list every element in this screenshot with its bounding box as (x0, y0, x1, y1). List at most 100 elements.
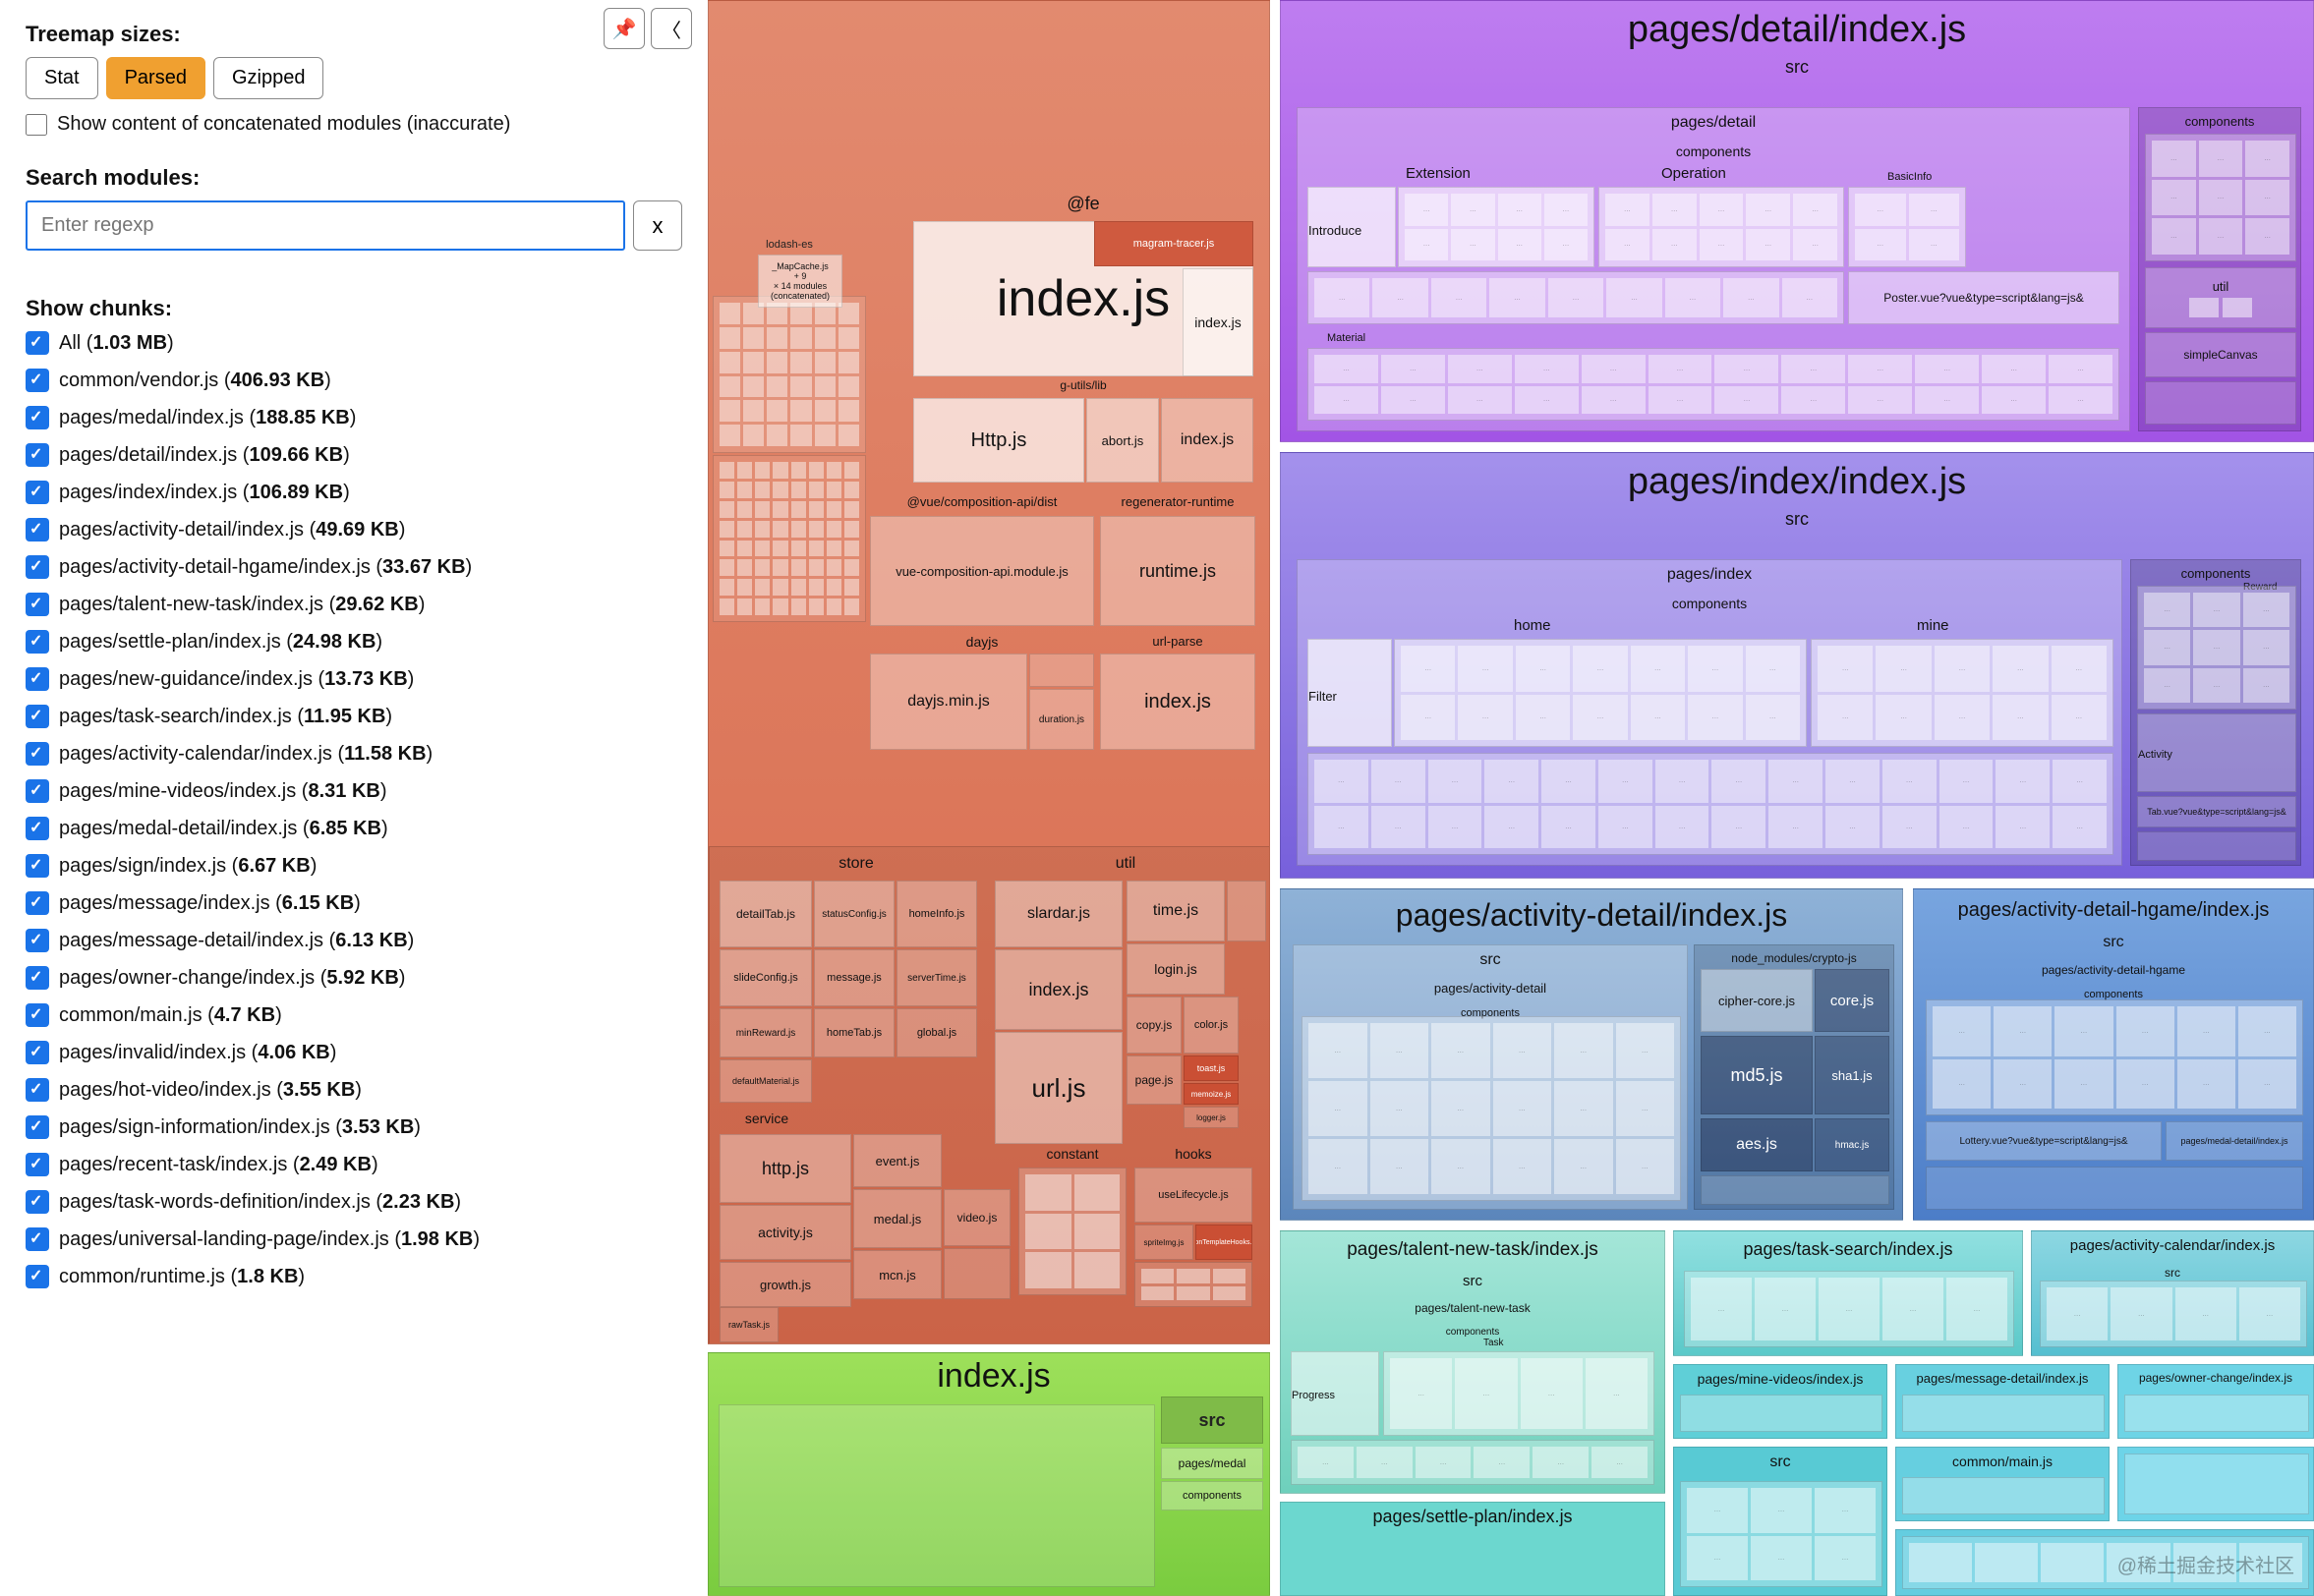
t-progress[interactable]: Progress (1291, 1351, 1379, 1436)
chunk-row[interactable]: pages/universal-landing-page/index.js (1… (26, 1227, 682, 1251)
v-rthooks[interactable]: nonTemplateHooks.js (1195, 1225, 1252, 1260)
md-body[interactable] (1902, 1395, 2105, 1432)
sp-body[interactable]: ……………… (1680, 1481, 1882, 1587)
chunk-checkbox[interactable] (26, 555, 49, 579)
chunk-row[interactable]: pages/recent-task/index.js (2.49 KB) (26, 1153, 682, 1176)
vendor-src[interactable]: store util detailTab.js statusConfig.js … (709, 846, 1270, 1344)
v-message[interactable]: message.js (814, 949, 895, 1006)
treemap-settleplan-src[interactable]: src ……………… (1673, 1447, 1887, 1596)
vendor-mapcache[interactable]: _MapCache.js + 9 × 14 modules (concatena… (758, 255, 842, 308)
v-page[interactable]: page.js (1127, 1055, 1182, 1105)
treemap-msgdetail[interactable]: pages/message-detail/index.js (1895, 1364, 2110, 1439)
chunk-checkbox[interactable] (26, 966, 49, 990)
mv-body[interactable] (1680, 1395, 1882, 1432)
medal-body[interactable] (719, 1404, 1155, 1587)
i-rside3[interactable] (2137, 831, 2296, 861)
treemap-index[interactable]: pages/index/index.js src pages/index com… (1280, 452, 2314, 879)
chunk-checkbox[interactable] (26, 406, 49, 429)
vendor-lodash-grid2[interactable] (713, 455, 866, 622)
d-row3[interactable]: ……………………………………………………………… (1307, 348, 2119, 421)
medal-comp[interactable]: components (1161, 1481, 1263, 1510)
v-rawtask[interactable]: rawTask.js (720, 1307, 779, 1342)
chunk-checkbox[interactable] (26, 705, 49, 728)
treemap-ownerchg[interactable]: pages/owner-change/index.js (2117, 1364, 2314, 1439)
chunk-row[interactable]: common/runtime.js (1.8 KB) (26, 1265, 682, 1288)
chunk-checkbox[interactable] (26, 331, 49, 355)
idx-left[interactable]: pages/index components home mine Filter … (1297, 559, 2122, 866)
chunk-row[interactable]: pages/talent-new-task/index.js (29.62 KB… (26, 593, 682, 616)
d-ext[interactable]: …………………… (1398, 187, 1594, 267)
t-row2[interactable]: ……………… (1291, 1440, 1654, 1485)
v-login[interactable]: login.js (1127, 943, 1225, 995)
search-input[interactable] (26, 200, 625, 251)
ac-body[interactable]: ………… (2040, 1281, 2307, 1347)
ad-aes[interactable]: aes.js (1701, 1118, 1813, 1171)
v-url[interactable]: url.js (995, 1032, 1123, 1144)
treemap-detail[interactable]: pages/detail/index.js src pages/detail c… (1280, 0, 2314, 442)
d-misc[interactable] (2145, 381, 2296, 425)
size-stat-button[interactable]: Stat (26, 57, 98, 99)
ts-body[interactable]: …………… (1684, 1271, 2014, 1347)
chunk-checkbox[interactable] (26, 1041, 49, 1064)
v-hometab[interactable]: homeTab.js (814, 1008, 895, 1057)
ad-cryptosmall[interactable] (1701, 1175, 1889, 1205)
ad-md5[interactable]: md5.js (1701, 1036, 1813, 1114)
chunk-checkbox[interactable] (26, 929, 49, 952)
chunk-row[interactable]: pages/settle-plan/index.js (24.98 KB) (26, 630, 682, 654)
i-filter[interactable]: Filter (1307, 639, 1392, 747)
treemap-actdetail[interactable]: pages/activity-detail/index.js src pages… (1280, 888, 1903, 1221)
chunk-row[interactable]: pages/owner-change/index.js (5.92 KB) (26, 966, 682, 990)
i-activity[interactable]: Activity (2137, 713, 2296, 792)
vendor-duration[interactable]: duration.js (1029, 689, 1094, 750)
medal-src[interactable]: src (1161, 1396, 1263, 1444)
chunk-checkbox[interactable] (26, 369, 49, 392)
ad-comp[interactable]: ……………………………………………… (1302, 1016, 1681, 1201)
vendor-idx3[interactable]: index.js (1100, 654, 1255, 750)
vendor-abort[interactable]: abort.js (1086, 398, 1159, 483)
chunk-row[interactable]: pages/activity-calendar/index.js (11.58 … (26, 742, 682, 766)
cm-body[interactable] (1902, 1477, 2105, 1514)
v-time[interactable]: time.js (1127, 881, 1225, 941)
detail-left[interactable]: pages/detail components Extension Operat… (1297, 107, 2130, 431)
v-video[interactable]: video.js (944, 1189, 1011, 1246)
i-home[interactable]: …………………………………… (1394, 639, 1807, 747)
chunk-row[interactable]: pages/mine-videos/index.js (8.31 KB) (26, 779, 682, 803)
chunk-row[interactable]: pages/sign/index.js (6.67 KB) (26, 854, 682, 878)
d-introduce[interactable]: Introduce (1307, 187, 1396, 267)
ad-left[interactable]: src pages/activity-detail components ………… (1293, 944, 1688, 1210)
chunk-checkbox[interactable] (26, 443, 49, 467)
ad-core[interactable]: core.js (1815, 969, 1889, 1032)
chunk-row[interactable]: pages/message-detail/index.js (6.13 KB) (26, 929, 682, 952)
chunk-checkbox[interactable] (26, 1190, 49, 1214)
chunk-checkbox[interactable] (26, 481, 49, 504)
chunk-checkbox[interactable] (26, 630, 49, 654)
chunk-checkbox[interactable] (26, 1078, 49, 1102)
chunk-row[interactable]: pages/activity-detail/index.js (49.69 KB… (26, 518, 682, 542)
v-constant[interactable] (1018, 1168, 1127, 1295)
d-poster[interactable]: Poster.vue?vue&type=script&lang=js& (1848, 271, 2119, 324)
ad-crypto[interactable]: node_modules/crypto-js cipher-core.js co… (1694, 944, 1894, 1210)
v-global[interactable]: global.js (897, 1008, 977, 1057)
chunk-checkbox[interactable] (26, 1227, 49, 1251)
medal-path[interactable]: pages/medal (1161, 1448, 1263, 1479)
v-color[interactable]: color.js (1184, 997, 1239, 1054)
v-svc-small[interactable] (944, 1248, 1011, 1299)
size-parsed-button[interactable]: Parsed (106, 57, 205, 99)
v-logger[interactable]: logger.js (1184, 1107, 1239, 1128)
v-hominfo[interactable]: homeInfo.js (897, 881, 977, 947)
chunk-row[interactable]: pages/medal/index.js (188.85 KB) (26, 406, 682, 429)
chunk-checkbox[interactable] (26, 593, 49, 616)
treemap-tasksearch[interactable]: pages/task-search/index.js …………… (1673, 1230, 2023, 1356)
concat-checkbox[interactable] (26, 114, 47, 136)
ad-cipher[interactable]: cipher-core.js (1701, 969, 1813, 1032)
v-servertime[interactable]: serverTime.js (897, 949, 977, 1006)
v-medalsvc[interactable]: medal.js (853, 1189, 942, 1248)
v-indexutil[interactable]: index.js (995, 949, 1123, 1030)
vendor-idx1[interactable]: index.js (1183, 268, 1253, 376)
v-minreward[interactable]: minReward.js (720, 1008, 812, 1057)
chunk-row[interactable]: pages/medal-detail/index.js (6.85 KB) (26, 817, 682, 840)
chunk-checkbox[interactable] (26, 742, 49, 766)
misc1-body[interactable] (2124, 1454, 2309, 1514)
chunk-row[interactable]: common/main.js (4.7 KB) (26, 1003, 682, 1027)
detail-right[interactable]: components ……………………… util simpleCanvas (2138, 107, 2301, 431)
